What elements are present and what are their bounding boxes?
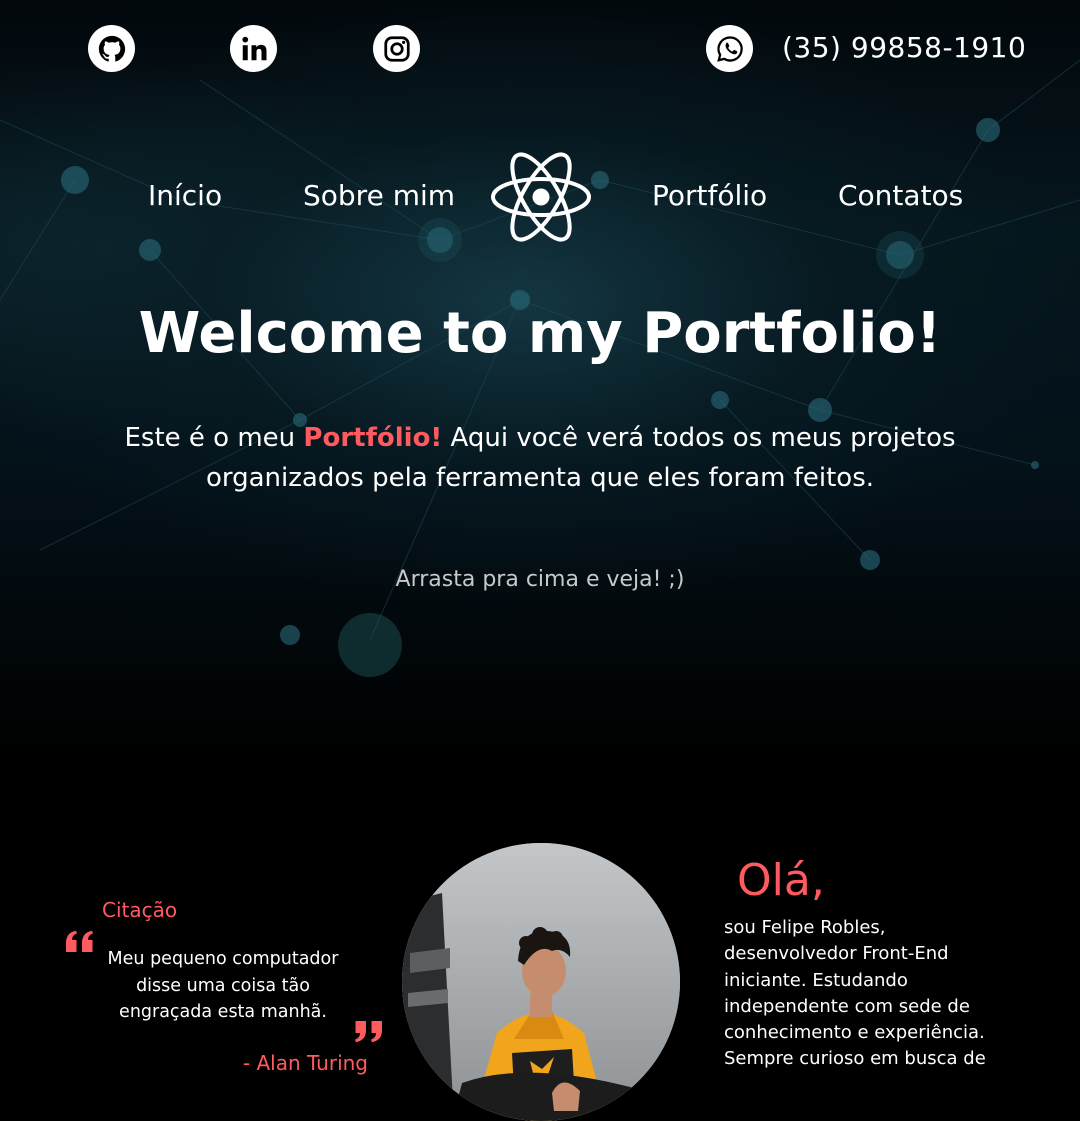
intro-paragraph: Este é o meu Portfólio! Aqui você verá t… [115, 418, 965, 498]
linkedin-link[interactable] [230, 25, 277, 72]
nav-item-inicio[interactable]: Início [148, 178, 222, 214]
nav-item-portfolio[interactable]: Portfólio [652, 178, 767, 214]
quote-open-icon [66, 930, 93, 952]
quote-text: Meu pequeno computador disse uma coisa t… [107, 949, 339, 1022]
react-icon[interactable] [488, 150, 594, 244]
intro-text-start: Este é o meu [124, 423, 304, 453]
github-icon [98, 35, 125, 62]
nav-item-sobre-mim[interactable]: Sobre mim [303, 178, 455, 214]
nav-item-contatos[interactable]: Contatos [838, 178, 963, 214]
quote-title: Citação [102, 898, 178, 922]
github-link[interactable] [88, 25, 135, 72]
page-title: Welcome to my Portfolio! [138, 301, 942, 366]
phone-number[interactable]: (35) 99858-1910 [782, 28, 1026, 68]
linkedin-icon [241, 36, 266, 60]
profile-photo [402, 843, 680, 1121]
instagram-icon [383, 35, 410, 62]
whatsapp-icon [716, 35, 743, 62]
scroll-hint: Arrasta pra cima e veja! ;) [395, 567, 685, 592]
instagram-link[interactable] [373, 25, 420, 72]
whatsapp-link[interactable] [706, 25, 753, 72]
greeting-heading: Olá, [737, 855, 825, 906]
quote-close-icon [355, 1021, 382, 1043]
intro-highlight: Portfólio! [303, 423, 443, 453]
network-background [0, 59, 1080, 677]
bio-text: sou Felipe Robles, desenvolvedor Front-E… [724, 917, 986, 1070]
hero-section: (35) 99858-1910 Início Sobre mim Portfól… [0, 0, 1080, 760]
avatar [402, 843, 680, 1121]
quote-author: - Alan Turing [242, 1051, 368, 1075]
